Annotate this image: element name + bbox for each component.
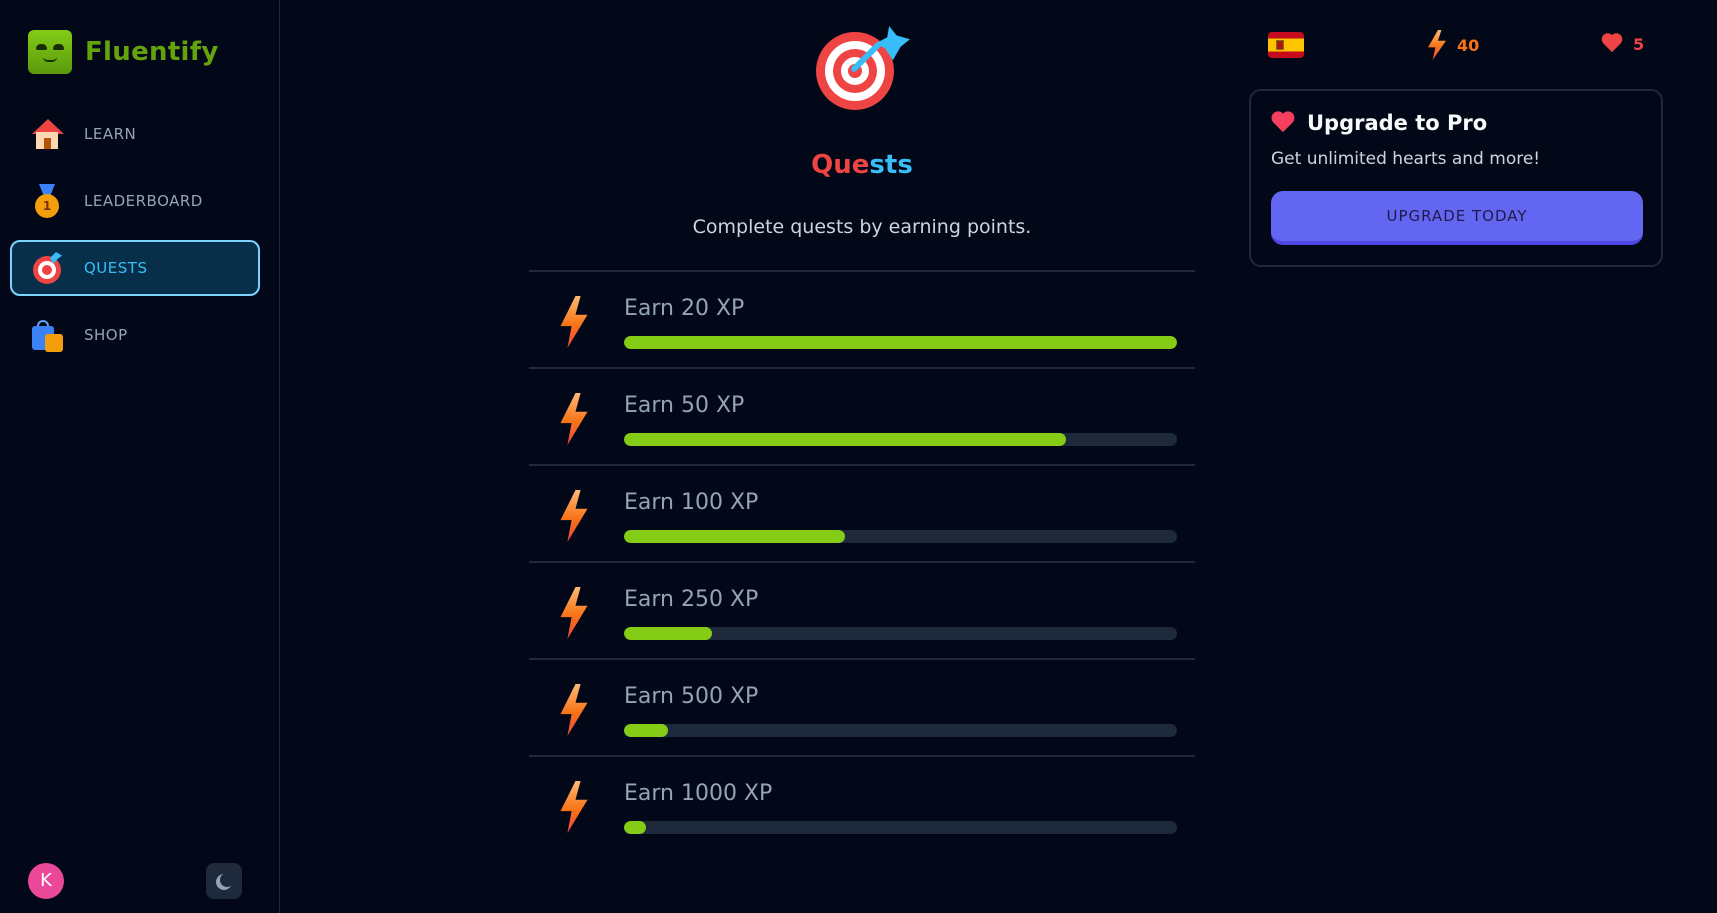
sidebar-item-label: LEARN xyxy=(84,125,137,143)
sidebar-item-quests[interactable]: QUESTS xyxy=(10,240,260,296)
sidebar-item-learn[interactable]: LEARN xyxy=(10,106,260,162)
upgrade-button[interactable]: UPGRADE TODAY xyxy=(1271,191,1643,245)
lightning-bolt-icon xyxy=(560,393,588,445)
lightning-bolt-icon xyxy=(1428,30,1446,60)
moon-icon xyxy=(220,873,234,887)
theme-toggle-button[interactable] xyxy=(206,863,242,899)
quest-item: Earn 500 XP xyxy=(529,660,1195,757)
lightning-bolt-icon xyxy=(560,490,588,542)
xp-counter[interactable]: 40 xyxy=(1427,30,1479,60)
sidebar-item-label: LEADERBOARD xyxy=(84,192,203,210)
quest-item: Earn 100 XP xyxy=(529,466,1195,563)
mascot-logo-icon xyxy=(28,30,72,74)
brand[interactable]: Fluentify xyxy=(28,30,219,74)
quest-progress-bar xyxy=(624,821,1177,834)
user-stats: 40 5 xyxy=(1249,30,1663,62)
quest-progress-bar xyxy=(624,433,1177,446)
sidebar-item-shop[interactable]: SHOP xyxy=(10,307,260,363)
house-icon xyxy=(30,117,64,151)
quest-item: Earn 20 XP xyxy=(529,272,1195,369)
target-icon xyxy=(816,26,912,122)
sidebar: Fluentify LEARN 1 LEADERBOARD QUESTS SHO… xyxy=(0,0,280,913)
quest-item: Earn 1000 XP xyxy=(529,757,1195,854)
quest-list: Earn 20 XP Earn 50 XP Earn 100 XP Earn 2… xyxy=(529,270,1195,854)
page-subtitle: Complete quests by earning points. xyxy=(692,216,1032,238)
quest-progress-bar xyxy=(624,530,1177,543)
heart-icon xyxy=(1601,34,1623,54)
upgrade-text: Get unlimited hearts and more! xyxy=(1271,149,1541,169)
brand-name: Fluentify xyxy=(85,37,219,67)
quest-progress-bar xyxy=(624,336,1177,349)
lightning-bolt-icon xyxy=(560,781,588,833)
shopping-bag-icon xyxy=(30,318,64,352)
quest-label: Earn 500 XP xyxy=(624,684,759,709)
sidebar-item-leaderboard[interactable]: 1 LEADERBOARD xyxy=(10,173,260,229)
hearts-counter[interactable]: 5 xyxy=(1601,34,1644,54)
sidebar-item-label: SHOP xyxy=(84,326,128,344)
quest-progress-bar xyxy=(624,627,1177,640)
quest-label: Earn 50 XP xyxy=(624,393,745,418)
quest-item: Earn 250 XP xyxy=(529,563,1195,660)
medal-icon: 1 xyxy=(30,184,64,218)
spain-flag-icon[interactable] xyxy=(1268,32,1304,58)
quest-progress-bar xyxy=(624,724,1177,737)
quest-label: Earn 1000 XP xyxy=(624,781,773,806)
sidebar-nav: LEARN 1 LEADERBOARD QUESTS SHOP xyxy=(10,106,260,374)
sidebar-item-label: QUESTS xyxy=(84,259,148,277)
quest-item: Earn 50 XP xyxy=(529,369,1195,466)
quest-label: Earn 100 XP xyxy=(624,490,759,515)
hearts-value: 5 xyxy=(1633,34,1645,54)
page-title: Quests xyxy=(811,150,913,180)
quest-label: Earn 20 XP xyxy=(624,296,745,321)
user-avatar[interactable]: K xyxy=(28,863,64,899)
lightning-bolt-icon xyxy=(560,296,588,348)
quest-label: Earn 250 XP xyxy=(624,587,759,612)
lightning-bolt-icon xyxy=(560,587,588,639)
sparkling-heart-icon xyxy=(1271,112,1297,134)
target-icon xyxy=(30,251,64,285)
lightning-bolt-icon xyxy=(560,684,588,736)
upgrade-card: Upgrade to Pro Get unlimited hearts and … xyxy=(1249,89,1663,267)
upgrade-title: Upgrade to Pro xyxy=(1307,111,1488,135)
xp-value: 40 xyxy=(1457,35,1480,55)
